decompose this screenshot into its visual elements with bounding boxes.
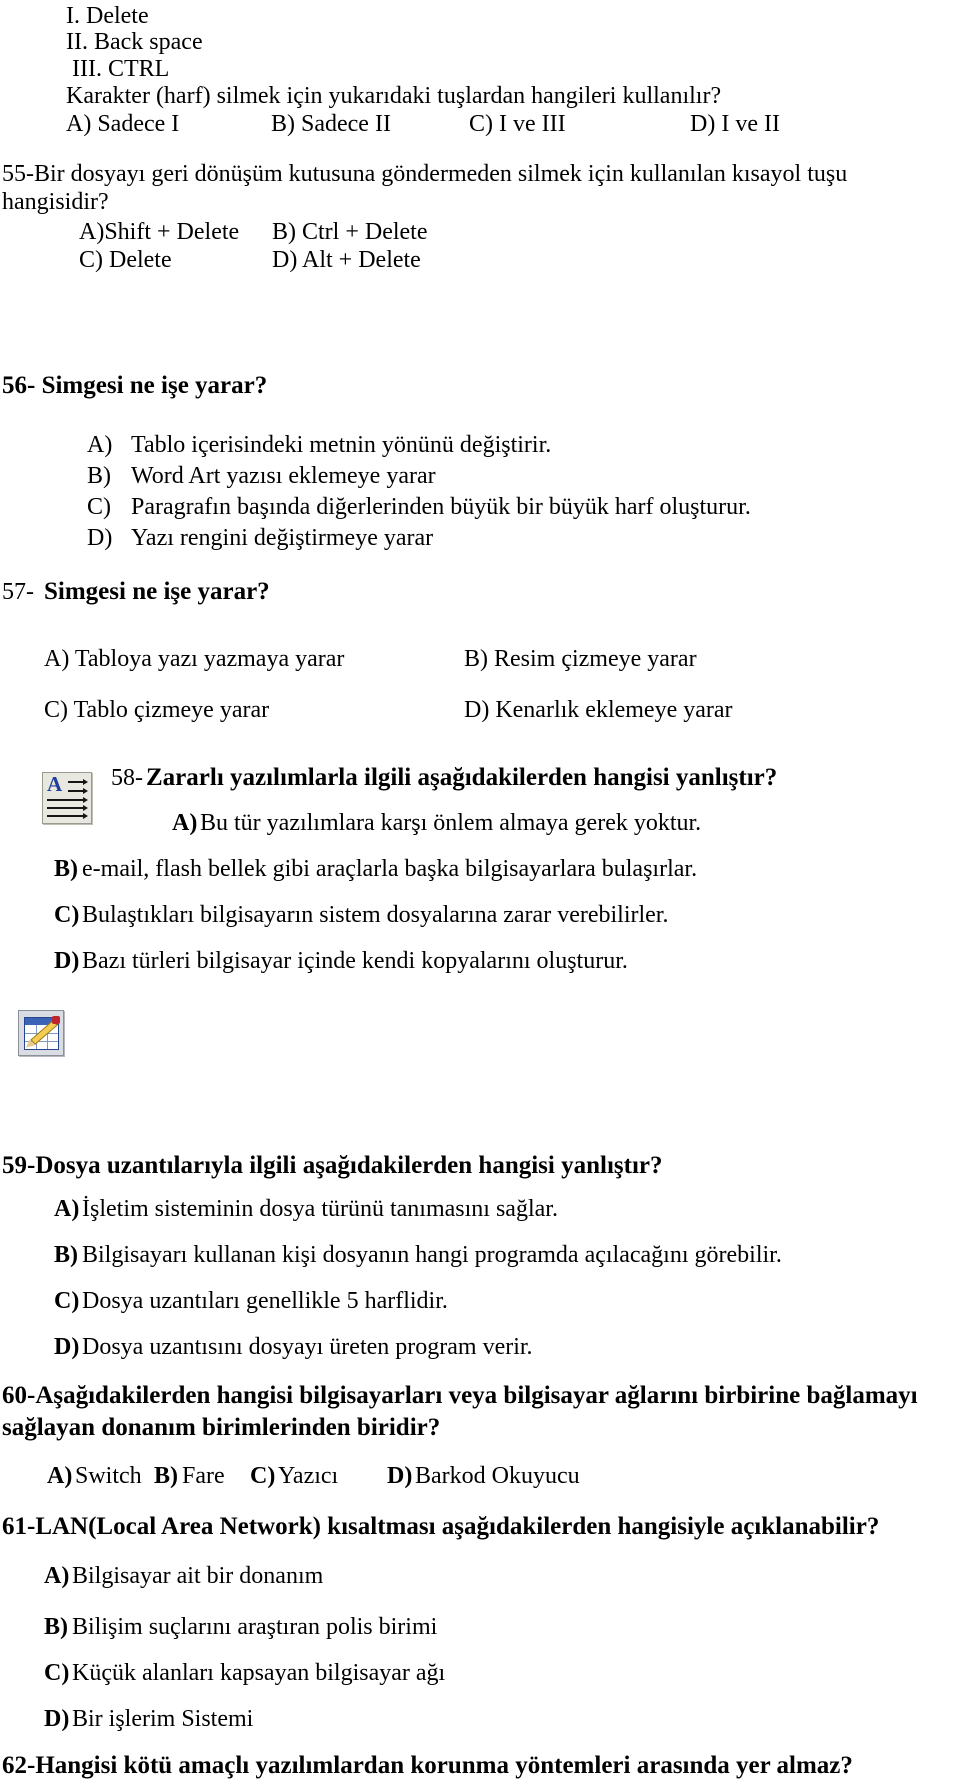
q58-option-b-text[interactable]: e-mail, flash bellek gibi araçlarla başk…	[82, 855, 697, 883]
q57-heading: Simgesi ne işe yarar?	[44, 578, 270, 605]
q60-option-a-letter: A)	[47, 1463, 73, 1489]
q56-option-c-text[interactable]: Paragrafın başında diğerlerinden büyük b…	[131, 493, 751, 521]
q56-option-d-text[interactable]: Yazı rengini değiştirmeye yarar	[131, 524, 433, 552]
drop-cap-icon-letter: A	[47, 772, 63, 796]
q55-option-d[interactable]: D) Alt + Delete	[272, 246, 421, 274]
q59-option-d-letter: D)	[54, 1334, 80, 1360]
drop-cap-icon: A	[42, 772, 92, 824]
q54-option-b[interactable]: B) Sadece II	[271, 110, 391, 138]
q55-option-a[interactable]: A)Shift + Delete	[79, 218, 239, 246]
q57-number: 57-	[2, 579, 34, 605]
q59-option-d-text[interactable]: Dosya uzantısını dosyayı üreten program …	[82, 1333, 533, 1361]
q58-number: 58-	[111, 765, 143, 791]
q54-option-d[interactable]: D) I ve II	[690, 110, 780, 138]
q60-heading-line1: 60-Aşağıdakilerden hangisi bilgisayarlar…	[2, 1382, 918, 1409]
q61-option-a-text[interactable]: Bilgisayar ait bir donanım	[72, 1562, 323, 1590]
q56-option-c-letter: C)	[87, 494, 111, 520]
q54-option-c[interactable]: C) I ve III	[469, 110, 566, 138]
q58-heading: Zararlı yazılımlarla ilgili aşağıdakiler…	[146, 764, 778, 791]
q57-option-c[interactable]: C) Tablo çizmeye yarar	[44, 696, 269, 724]
q62-heading: 62-Hangisi kötü amaçlı yazılımlardan kor…	[2, 1752, 853, 1779]
q58-option-c-letter: C)	[54, 902, 80, 928]
q54-stem-item-1: I. Delete	[66, 3, 149, 29]
q54-question-text: Karakter (harf) silmek için yukarıdaki t…	[66, 83, 722, 109]
q60-option-d-letter: D)	[387, 1463, 413, 1489]
q61-option-c-letter: C)	[44, 1660, 70, 1686]
q56-option-b-letter: B)	[87, 463, 111, 489]
q58-option-a-text[interactable]: Bu tür yazılımlara karşı önlem almaya ge…	[200, 809, 701, 837]
q59-option-a-text[interactable]: İşletim sisteminin dosya türünü tanıması…	[82, 1195, 558, 1223]
q61-option-c-text[interactable]: Küçük alanları kapsayan bilgisayar ağı	[72, 1659, 445, 1687]
q55-option-b[interactable]: B) Ctrl + Delete	[272, 218, 428, 246]
q58-option-b-letter: B)	[54, 856, 78, 882]
q58-option-d-text[interactable]: Bazı türleri bilgisayar içinde kendi kop…	[82, 947, 628, 975]
q56-heading: 56- Simgesi ne işe yarar?	[2, 372, 268, 399]
q54-option-a[interactable]: A) Sadece I	[66, 110, 179, 138]
q57-option-d[interactable]: D) Kenarlık eklemeye yarar	[464, 696, 733, 724]
q56-option-a-letter: A)	[87, 432, 113, 458]
q59-heading: 59-Dosya uzantılarıyla ilgili aşağıdakil…	[2, 1152, 663, 1179]
q56-option-d-letter: D)	[87, 525, 113, 551]
q58-option-a-letter: A)	[172, 810, 198, 836]
draw-table-icon	[18, 1010, 64, 1056]
q60-option-c-letter: C)	[250, 1463, 276, 1489]
q60-option-b-text[interactable]: Fare	[182, 1462, 225, 1490]
q61-option-a-letter: A)	[44, 1563, 70, 1589]
q61-option-b-letter: B)	[44, 1614, 68, 1640]
q59-option-a-letter: A)	[54, 1196, 80, 1222]
q61-heading: 61-LAN(Local Area Network) kısaltması aş…	[2, 1513, 880, 1540]
q61-option-b-text[interactable]: Bilişim suçlarını araştıran polis birimi	[72, 1613, 437, 1641]
q61-option-d-letter: D)	[44, 1706, 70, 1732]
q60-option-d-text[interactable]: Barkod Okuyucu	[415, 1462, 580, 1490]
q60-option-a-text[interactable]: Switch	[75, 1462, 142, 1490]
q54-stem-item-3: III. CTRL	[72, 56, 170, 82]
q61-option-d-text[interactable]: Bir işlerim Sistemi	[72, 1705, 253, 1733]
q56-option-a-text[interactable]: Tablo içerisindeki metnin yönünü değişti…	[131, 431, 551, 459]
q59-option-c-text[interactable]: Dosya uzantıları genellikle 5 harflidir.	[82, 1287, 448, 1315]
q55-heading-line2: hangisidir?	[2, 189, 109, 215]
q58-option-d-letter: D)	[54, 948, 80, 974]
q59-option-b-text[interactable]: Bilgisayarı kullanan kişi dosyanın hangi…	[82, 1241, 782, 1269]
q59-option-c-letter: C)	[54, 1288, 80, 1314]
q58-option-c-text[interactable]: Bulaştıkları bilgisayarın sistem dosyala…	[82, 901, 668, 929]
draw-table-icon-pencil-eraser	[52, 1016, 60, 1024]
q54-stem-item-2: II. Back space	[66, 29, 203, 55]
q59-option-b-letter: B)	[54, 1242, 78, 1268]
q60-option-c-text[interactable]: Yazıcı	[278, 1462, 338, 1490]
q57-option-b[interactable]: B) Resim çizmeye yarar	[464, 645, 697, 673]
q55-option-c[interactable]: C) Delete	[79, 246, 172, 274]
document-page: I. Delete II. Back space III. CTRL Karak…	[0, 0, 960, 1782]
q60-heading-line2: sağlayan donanım birimlerinden biridir?	[2, 1414, 441, 1441]
q55-heading-line1: 55-Bir dosyayı geri dönüşüm kutusuna gön…	[2, 161, 848, 187]
q56-option-b-text[interactable]: Word Art yazısı eklemeye yarar	[131, 462, 436, 490]
q60-option-b-letter: B)	[154, 1463, 178, 1489]
q57-option-a[interactable]: A) Tabloya yazı yazmaya yarar	[44, 645, 344, 673]
